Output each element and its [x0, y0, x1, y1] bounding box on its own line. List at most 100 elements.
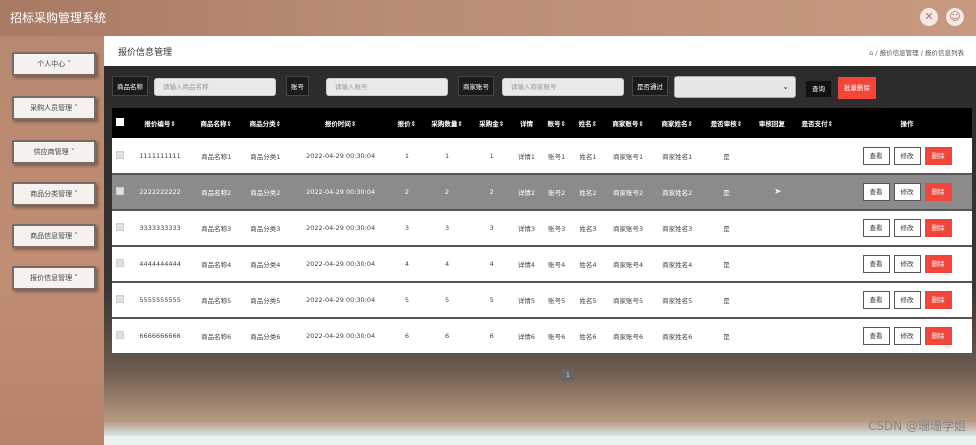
- delete-button[interactable]: 删除: [924, 219, 952, 237]
- table-cell: 商家账号6: [603, 318, 653, 355]
- edit-button[interactable]: 修改: [893, 183, 921, 201]
- table-cell: 2022-04-29 00:30:04: [289, 282, 392, 319]
- table-row[interactable]: 5555555555 商品名称5 商品分类5 2022-04-29 00:30:04 5…: [112, 282, 972, 319]
- table-cell: [751, 138, 793, 175]
- delete-button[interactable]: 删除: [924, 291, 952, 309]
- bulk-delete-button[interactable]: 批量删除: [838, 77, 876, 99]
- table-cell: 账号4: [541, 246, 573, 283]
- search-button[interactable]: 查询: [806, 81, 831, 97]
- col-header: 审核回复: [751, 108, 793, 138]
- pager-current-page[interactable]: 1: [562, 369, 574, 381]
- table-cell: 2: [422, 174, 472, 211]
- row-actions: 查看 修改 删除: [842, 318, 972, 355]
- table-cell: 商家姓名1: [652, 138, 702, 175]
- table-cell: 6: [471, 318, 512, 355]
- table-cell: [792, 318, 842, 355]
- table-cell[interactable]: 详情6: [511, 318, 542, 355]
- col-header[interactable]: 商家姓名⇕: [652, 108, 702, 138]
- chevron-down-icon: ⌄: [782, 82, 789, 91]
- row-checkbox[interactable]: [112, 210, 129, 247]
- table-cell: 是: [701, 318, 752, 355]
- view-button[interactable]: 查看: [862, 327, 890, 345]
- delete-button[interactable]: 删除: [924, 255, 952, 273]
- sidebar-item-quote-management[interactable]: 报价信息管理 ˅: [12, 266, 96, 290]
- table-cell: 1111111111: [128, 138, 192, 175]
- filter-bar: 商品名称 请输入商品名称 账号 请输入账号 商家账号 请输入商家账号 是否通过 …: [112, 76, 972, 99]
- table-cell: 商家账号3: [603, 210, 653, 247]
- user-icon[interactable]: ☺: [946, 8, 964, 26]
- row-checkbox[interactable]: [112, 282, 129, 319]
- row-checkbox[interactable]: [112, 174, 129, 211]
- fullscreen-icon[interactable]: ✕: [920, 8, 938, 26]
- delete-button[interactable]: 删除: [924, 327, 952, 345]
- account-input[interactable]: 请输入账号: [326, 78, 448, 96]
- col-header[interactable]: 商家账号⇕: [603, 108, 653, 138]
- row-checkbox[interactable]: [112, 138, 129, 175]
- col-header[interactable]: 商品名称⇕: [191, 108, 241, 138]
- table-cell: [751, 282, 793, 319]
- table-cell: 5: [422, 282, 472, 319]
- table-cell[interactable]: 详情5: [511, 282, 542, 319]
- view-button[interactable]: 查看: [862, 219, 890, 237]
- row-checkbox[interactable]: [112, 318, 129, 355]
- edit-button[interactable]: 修改: [893, 255, 921, 273]
- table-cell: 是: [701, 210, 752, 247]
- table-row[interactable]: 1111111111 商品名称1 商品分类1 2022-04-29 00:30:04 1…: [112, 138, 972, 175]
- table-cell: 商品名称6: [191, 318, 241, 355]
- main-content: 报价信息管理 ⌂ / 报价信息管理 / 报价信息列表 商品名称 请输入商品名称 …: [104, 36, 976, 445]
- quote-table: 报价编号⇕ 商品名称⇕ 商品分类⇕ 报价时间⇕ 报价⇕ 采购数量⇕ 采购金⇕ 详…: [112, 108, 972, 355]
- sidebar-item-purchaser-management[interactable]: 采购人员管理 ˅: [12, 96, 96, 120]
- view-button[interactable]: 查看: [862, 146, 890, 165]
- col-header[interactable]: 报价⇕: [391, 108, 423, 138]
- table-cell: 4: [422, 246, 472, 283]
- col-header[interactable]: 报价时间⇕: [289, 108, 392, 138]
- page-header: 报价信息管理 ⌂ / 报价信息管理 / 报价信息列表: [104, 36, 976, 66]
- row-checkbox[interactable]: [112, 246, 129, 283]
- col-header[interactable]: 姓名⇕: [572, 108, 604, 138]
- sidebar-item-personal-center[interactable]: 个人中心 ˅: [12, 52, 96, 76]
- delete-button[interactable]: 删除: [924, 183, 952, 201]
- passed-select[interactable]: ⌄: [674, 76, 796, 98]
- edit-button[interactable]: 修改: [893, 327, 921, 345]
- col-header[interactable]: 是否审核⇕: [701, 108, 752, 138]
- col-header[interactable]: 商品分类⇕: [240, 108, 290, 138]
- table-cell: [792, 246, 842, 283]
- table-cell: 商品名称2: [191, 174, 241, 211]
- merchant-account-input[interactable]: 请输入商家账号: [502, 78, 624, 96]
- view-button[interactable]: 查看: [862, 255, 890, 273]
- sidebar-item-supplier-management[interactable]: 供应商管理 ˅: [12, 140, 96, 164]
- watermark: CSDN @珊珊学姐: [867, 419, 966, 433]
- col-header[interactable]: 是否支付⇕: [792, 108, 842, 138]
- table-cell: [792, 174, 842, 211]
- product-name-input[interactable]: 请输入商品名称: [154, 78, 276, 96]
- col-header[interactable]: 账号⇕: [541, 108, 573, 138]
- table-row[interactable]: 6666666666 商品名称6 商品分类6 2022-04-29 00:30:04 6…: [112, 318, 972, 355]
- table-cell[interactable]: 详情3: [511, 210, 542, 247]
- table-row[interactable]: 3333333333 商品名称3 商品分类3 2022-04-29 00:30:04 3…: [112, 210, 972, 247]
- view-button[interactable]: 查看: [862, 291, 890, 309]
- table-cell[interactable]: 详情2: [511, 174, 542, 211]
- table-cell: 账号5: [541, 282, 573, 319]
- delete-button[interactable]: 删除: [924, 146, 952, 165]
- table-cell[interactable]: 详情1: [511, 138, 542, 175]
- col-header[interactable]: 报价编号⇕: [128, 108, 192, 138]
- edit-button[interactable]: 修改: [893, 291, 921, 309]
- table-cell: 2022-04-29 00:30:04: [289, 246, 392, 283]
- col-header[interactable]: 采购金⇕: [471, 108, 512, 138]
- view-button[interactable]: 查看: [862, 183, 890, 201]
- table-cell[interactable]: 详情4: [511, 246, 542, 283]
- table-cell: 商品名称4: [191, 246, 241, 283]
- table-cell: 2: [471, 174, 512, 211]
- table-cell: 商品分类2: [240, 174, 290, 211]
- col-header[interactable]: 采购数量⇕: [422, 108, 472, 138]
- sidebar-item-product-management[interactable]: 商品信息管理 ˅: [12, 224, 96, 248]
- edit-button[interactable]: 修改: [893, 219, 921, 237]
- select-all-checkbox[interactable]: [112, 108, 129, 138]
- table-cell: 商品分类3: [240, 210, 290, 247]
- table-row[interactable]: 4444444444 商品名称4 商品分类4 2022-04-29 00:30:04 4…: [112, 246, 972, 283]
- page-title: 报价信息管理: [118, 48, 173, 58]
- edit-button[interactable]: 修改: [893, 146, 921, 165]
- sidebar-item-category-management[interactable]: 商品分类管理 ˅: [12, 182, 96, 206]
- table-cell: 6: [422, 318, 472, 355]
- table-row[interactable]: 2222222222 商品名称2 商品分类2 2022-04-29 00:30:04 2…: [112, 174, 972, 211]
